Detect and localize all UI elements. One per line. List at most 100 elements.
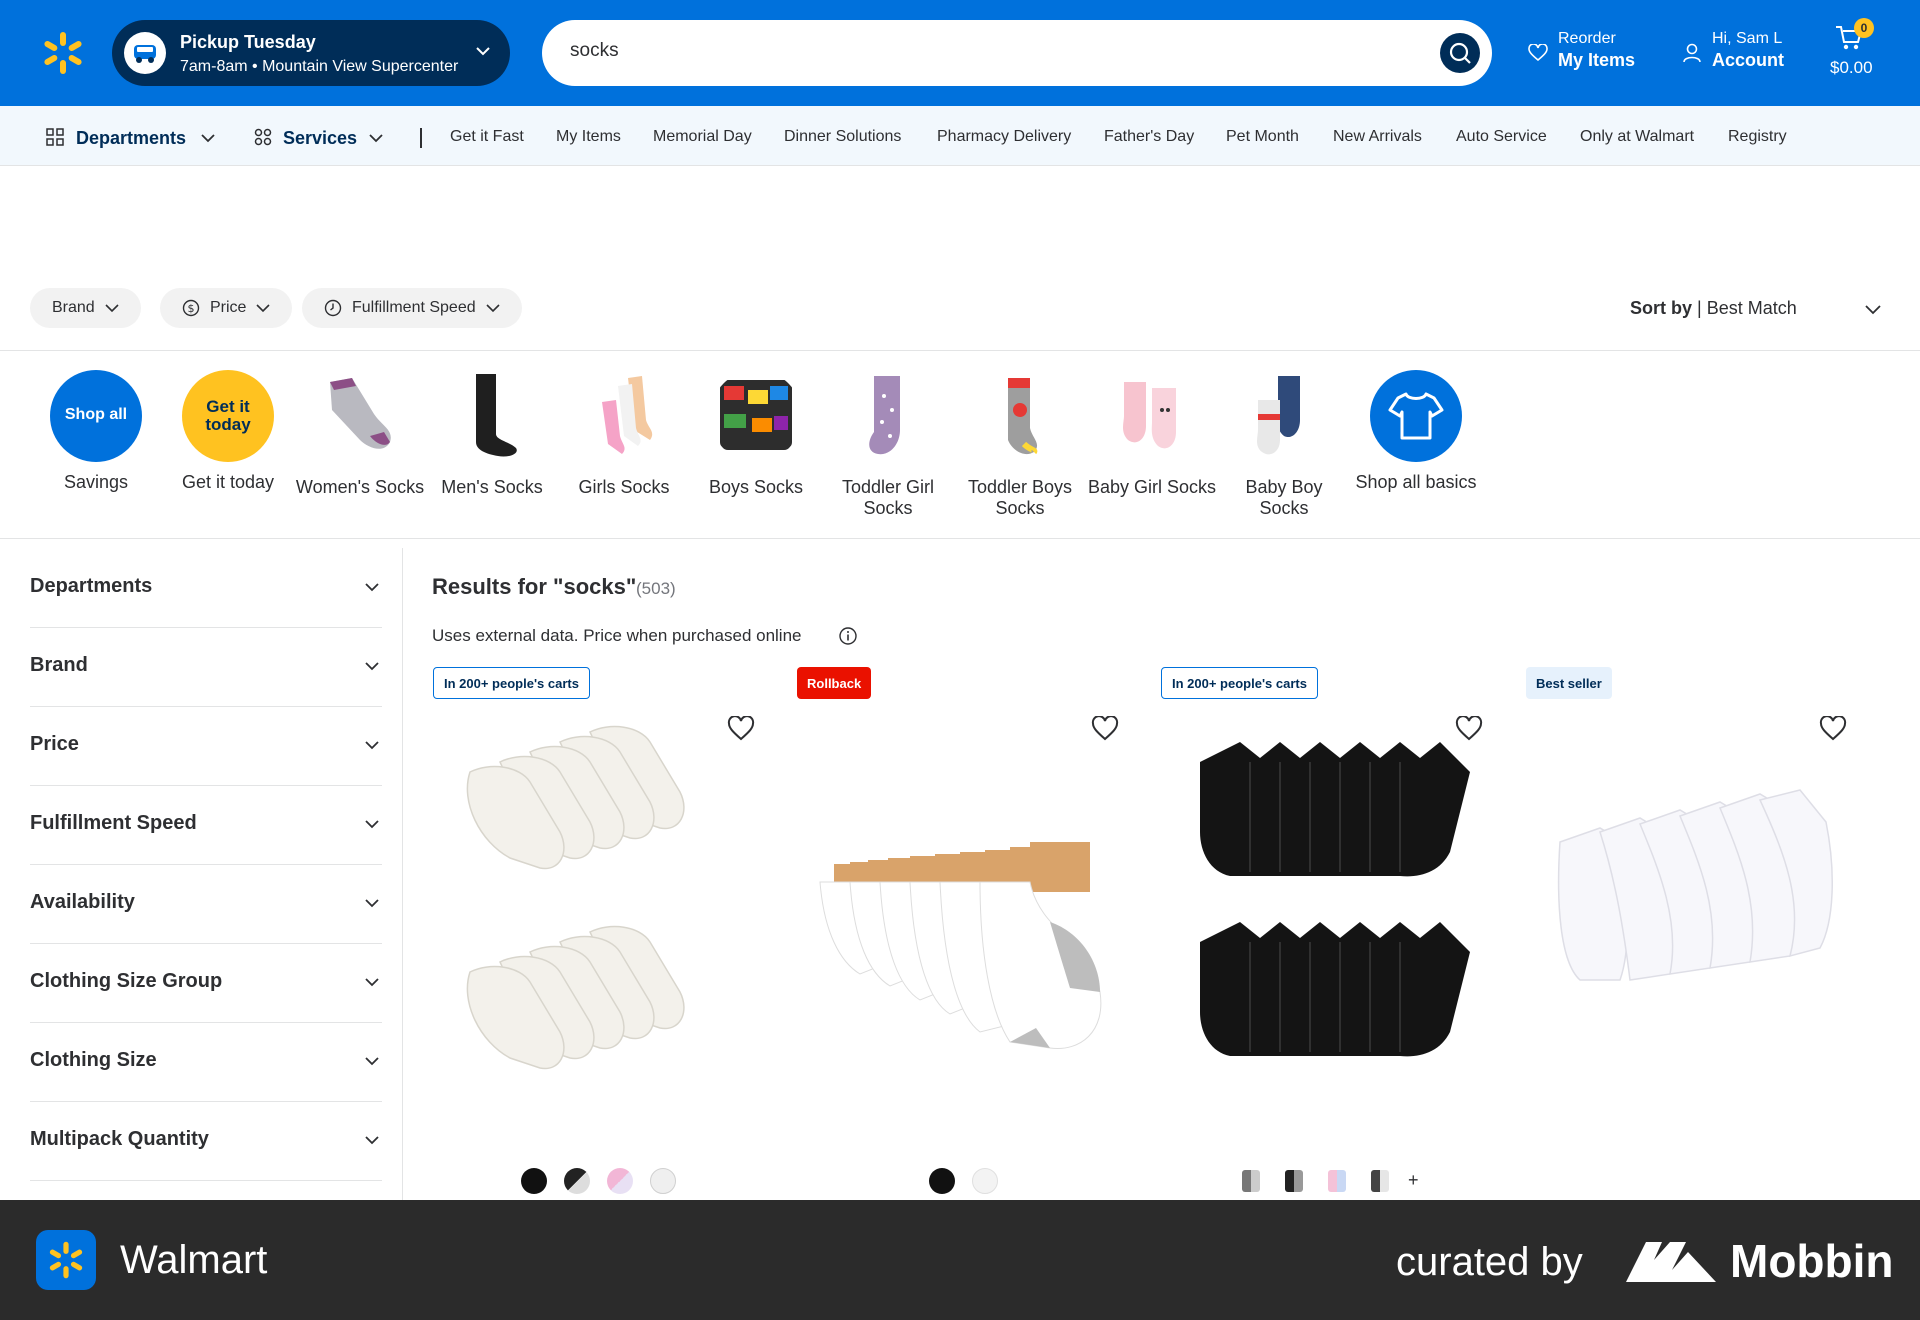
services-icon	[254, 128, 272, 146]
chevron-down-icon[interactable]	[1864, 300, 1882, 318]
curated-by-label: curated by	[1396, 1240, 1583, 1284]
nav-item-auto-service[interactable]: Auto Service	[1456, 128, 1547, 146]
category-label: Shop all basics	[1355, 472, 1477, 492]
nav-item-pharmacy-delivery[interactable]: Pharmacy Delivery	[937, 128, 1071, 146]
girls-socks-image	[602, 376, 653, 454]
sidebar-filter-price[interactable]: Price	[30, 707, 382, 786]
search-icon	[1449, 42, 1471, 64]
sidebar-filter-brand[interactable]: Brand	[30, 628, 382, 707]
more-variants[interactable]: +	[1408, 1170, 1419, 1191]
nav-item-new-arrivals[interactable]: New Arrivals	[1333, 128, 1422, 146]
chevron-down-icon	[365, 583, 379, 592]
sidebar-filter-clothing-size-group[interactable]: Clothing Size Group	[30, 944, 382, 1023]
sidebar-filter-availability[interactable]: Availability	[30, 865, 382, 944]
walmart-spark-icon	[49, 1241, 83, 1279]
category-boys-socks[interactable]: Boys Socks	[691, 370, 821, 498]
nav-item-get-it-fast[interactable]: Get it Fast	[450, 128, 524, 146]
boys-socks-image	[720, 380, 792, 450]
product-image-black-ankle-socks[interactable]	[1170, 712, 1500, 1142]
mobbin-brand: Mobbin	[1730, 1235, 1894, 1287]
color-swatch-white[interactable]	[650, 1168, 676, 1194]
pickup-van-icon	[124, 32, 166, 74]
category-savings[interactable]: Shop all Savings	[31, 370, 161, 493]
variant-thumbnail[interactable]	[1371, 1170, 1389, 1192]
nav-item-dinner-solutions[interactable]: Dinner Solutions	[784, 128, 901, 146]
chevron-down-icon	[105, 304, 119, 313]
sidebar-filter-clothing-size[interactable]: Clothing Size	[30, 1023, 382, 1102]
top-header: Pickup Tuesday 7am-8am • Mountain View S…	[0, 0, 1920, 106]
nav-item-memorial-day[interactable]: Memorial Day	[653, 128, 752, 146]
grid-icon	[46, 128, 64, 146]
fulfillment-filter-label: Fulfillment Speed	[352, 299, 476, 316]
product-image-white-no-show-socks[interactable]	[1530, 712, 1860, 1142]
fulfillment-filter-chip[interactable]: Fulfillment Speed	[302, 288, 522, 328]
category-womens-socks[interactable]: Women's Socks	[295, 370, 425, 498]
search-input[interactable]	[570, 40, 1370, 62]
chevron-down-icon	[365, 899, 379, 908]
nav-bar: Departments Services Get it Fast My Item…	[0, 106, 1920, 166]
shop-all-basics-circle	[1370, 370, 1462, 462]
variant-thumbnail[interactable]	[1285, 1170, 1303, 1192]
nav-item-my-items[interactable]: My Items	[556, 128, 621, 146]
info-icon[interactable]	[838, 626, 858, 646]
category-label: Savings	[63, 472, 129, 492]
walmart-spark-logo[interactable]	[40, 30, 86, 76]
popular-badge: In 200+ people's carts	[433, 667, 590, 699]
category-baby-girl-socks[interactable]: Baby Girl Socks	[1087, 370, 1217, 498]
color-swatch-black-white[interactable]	[564, 1168, 590, 1194]
mobbin-footer: Walmart curated by Mobbin	[0, 1200, 1920, 1320]
rollback-badge: Rollback	[797, 667, 872, 699]
chevron-down-icon	[476, 47, 490, 56]
category-label: Toddler Boys Socks	[967, 477, 1073, 518]
brand-filter-chip[interactable]: Brand	[30, 288, 141, 328]
category-toddler-boys-socks[interactable]: Toddler Boys Socks	[955, 370, 1085, 519]
category-toddler-girl-socks[interactable]: Toddler Girl Socks	[823, 370, 953, 519]
chevron-down-icon	[201, 134, 215, 143]
color-swatch-pink[interactable]	[607, 1168, 633, 1194]
color-swatch-black[interactable]	[929, 1168, 955, 1194]
pickup-selector[interactable]: Pickup Tuesday 7am-8am • Mountain View S…	[112, 20, 510, 86]
category-mens-socks[interactable]: Men's Socks	[427, 370, 557, 498]
category-get-it-today[interactable]: Get it today Get it today	[163, 370, 293, 493]
account-link[interactable]: Hi, Sam L Account	[1682, 30, 1784, 71]
services-label[interactable]: Services	[283, 128, 357, 149]
shop-all-circle: Shop all	[50, 370, 142, 462]
category-baby-boy-socks[interactable]: Baby Boy Socks	[1219, 370, 1349, 519]
brand-filter-label: Brand	[52, 299, 95, 316]
baby-girl-socks-image	[1123, 382, 1176, 449]
variant-thumbnail[interactable]	[1328, 1170, 1346, 1192]
nav-item-only-at-walmart[interactable]: Only at Walmart	[1580, 128, 1694, 146]
price-filter-chip[interactable]: $ Price	[160, 288, 293, 328]
clock-icon	[324, 299, 342, 317]
nav-item-registry[interactable]: Registry	[1728, 128, 1787, 146]
category-girls-socks[interactable]: Girls Socks	[559, 370, 689, 498]
walmart-app-icon	[36, 1230, 96, 1290]
sort-value: | Best Match	[1697, 298, 1797, 318]
product-image-white-ankle-socks[interactable]	[440, 712, 770, 1142]
color-swatch-black[interactable]	[521, 1168, 547, 1194]
search-button[interactable]	[1440, 33, 1480, 73]
cart-total: $0.00	[1830, 58, 1873, 77]
search-bar	[542, 20, 1492, 86]
pickup-title: Pickup Tuesday	[180, 32, 316, 52]
sidebar-filter-multipack-quantity[interactable]: Multipack Quantity	[30, 1102, 382, 1181]
chevron-down-icon	[365, 741, 379, 750]
pickup-subtitle: 7am-8am • Mountain View Supercenter	[180, 58, 459, 75]
category-label: Men's Socks	[441, 477, 543, 497]
cart-count-badge: 0	[1854, 18, 1874, 38]
sidebar-filter-fulfillment-speed[interactable]: Fulfillment Speed	[30, 786, 382, 865]
category-shop-all-basics[interactable]: Shop all basics	[1351, 370, 1481, 493]
variant-thumbnail[interactable]	[1242, 1170, 1260, 1192]
sidebar-divider	[402, 548, 403, 1200]
category-label: Get it today	[181, 472, 275, 492]
nav-item-pet-month[interactable]: Pet Month	[1226, 128, 1299, 146]
sidebar-filter-departments[interactable]: Departments	[30, 549, 382, 628]
reorder-my-items-link[interactable]: Reorder My Items	[1528, 30, 1635, 71]
sort-dropdown[interactable]: Sort by | Best Match	[1630, 298, 1797, 319]
departments-label[interactable]: Departments	[76, 128, 186, 149]
nav-item-fathers-day[interactable]: Father's Day	[1104, 128, 1194, 146]
popular-badge: In 200+ people's carts	[1161, 667, 1318, 699]
color-swatch-white[interactable]	[972, 1168, 998, 1194]
chevron-down-icon	[365, 978, 379, 987]
product-image-white-low-cut-socks[interactable]	[800, 712, 1130, 1142]
